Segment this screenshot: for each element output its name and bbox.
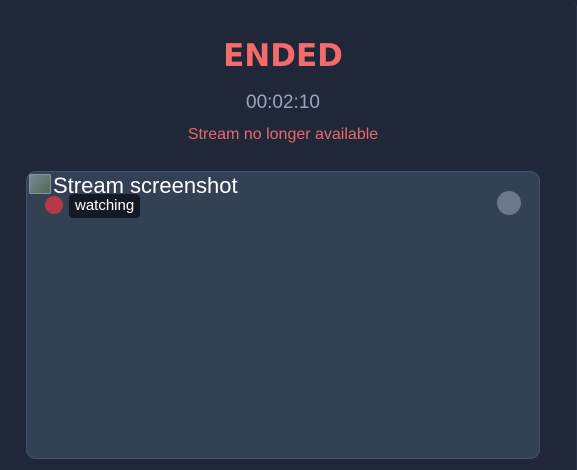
stream-panel: ENDED 00:02:10 Stream no longer availabl… xyxy=(0,0,577,470)
status-indicator-icon xyxy=(497,191,521,215)
stream-status-title: ENDED xyxy=(223,38,343,74)
recording-dot-icon xyxy=(45,196,63,214)
broken-image-icon xyxy=(29,174,51,194)
stream-elapsed-timer: 00:02:10 xyxy=(246,92,320,113)
stream-preview-card[interactable]: Stream screenshot watching xyxy=(26,171,540,459)
viewer-badge: watching xyxy=(69,194,141,218)
stream-status-message: Stream no longer available xyxy=(187,126,379,143)
